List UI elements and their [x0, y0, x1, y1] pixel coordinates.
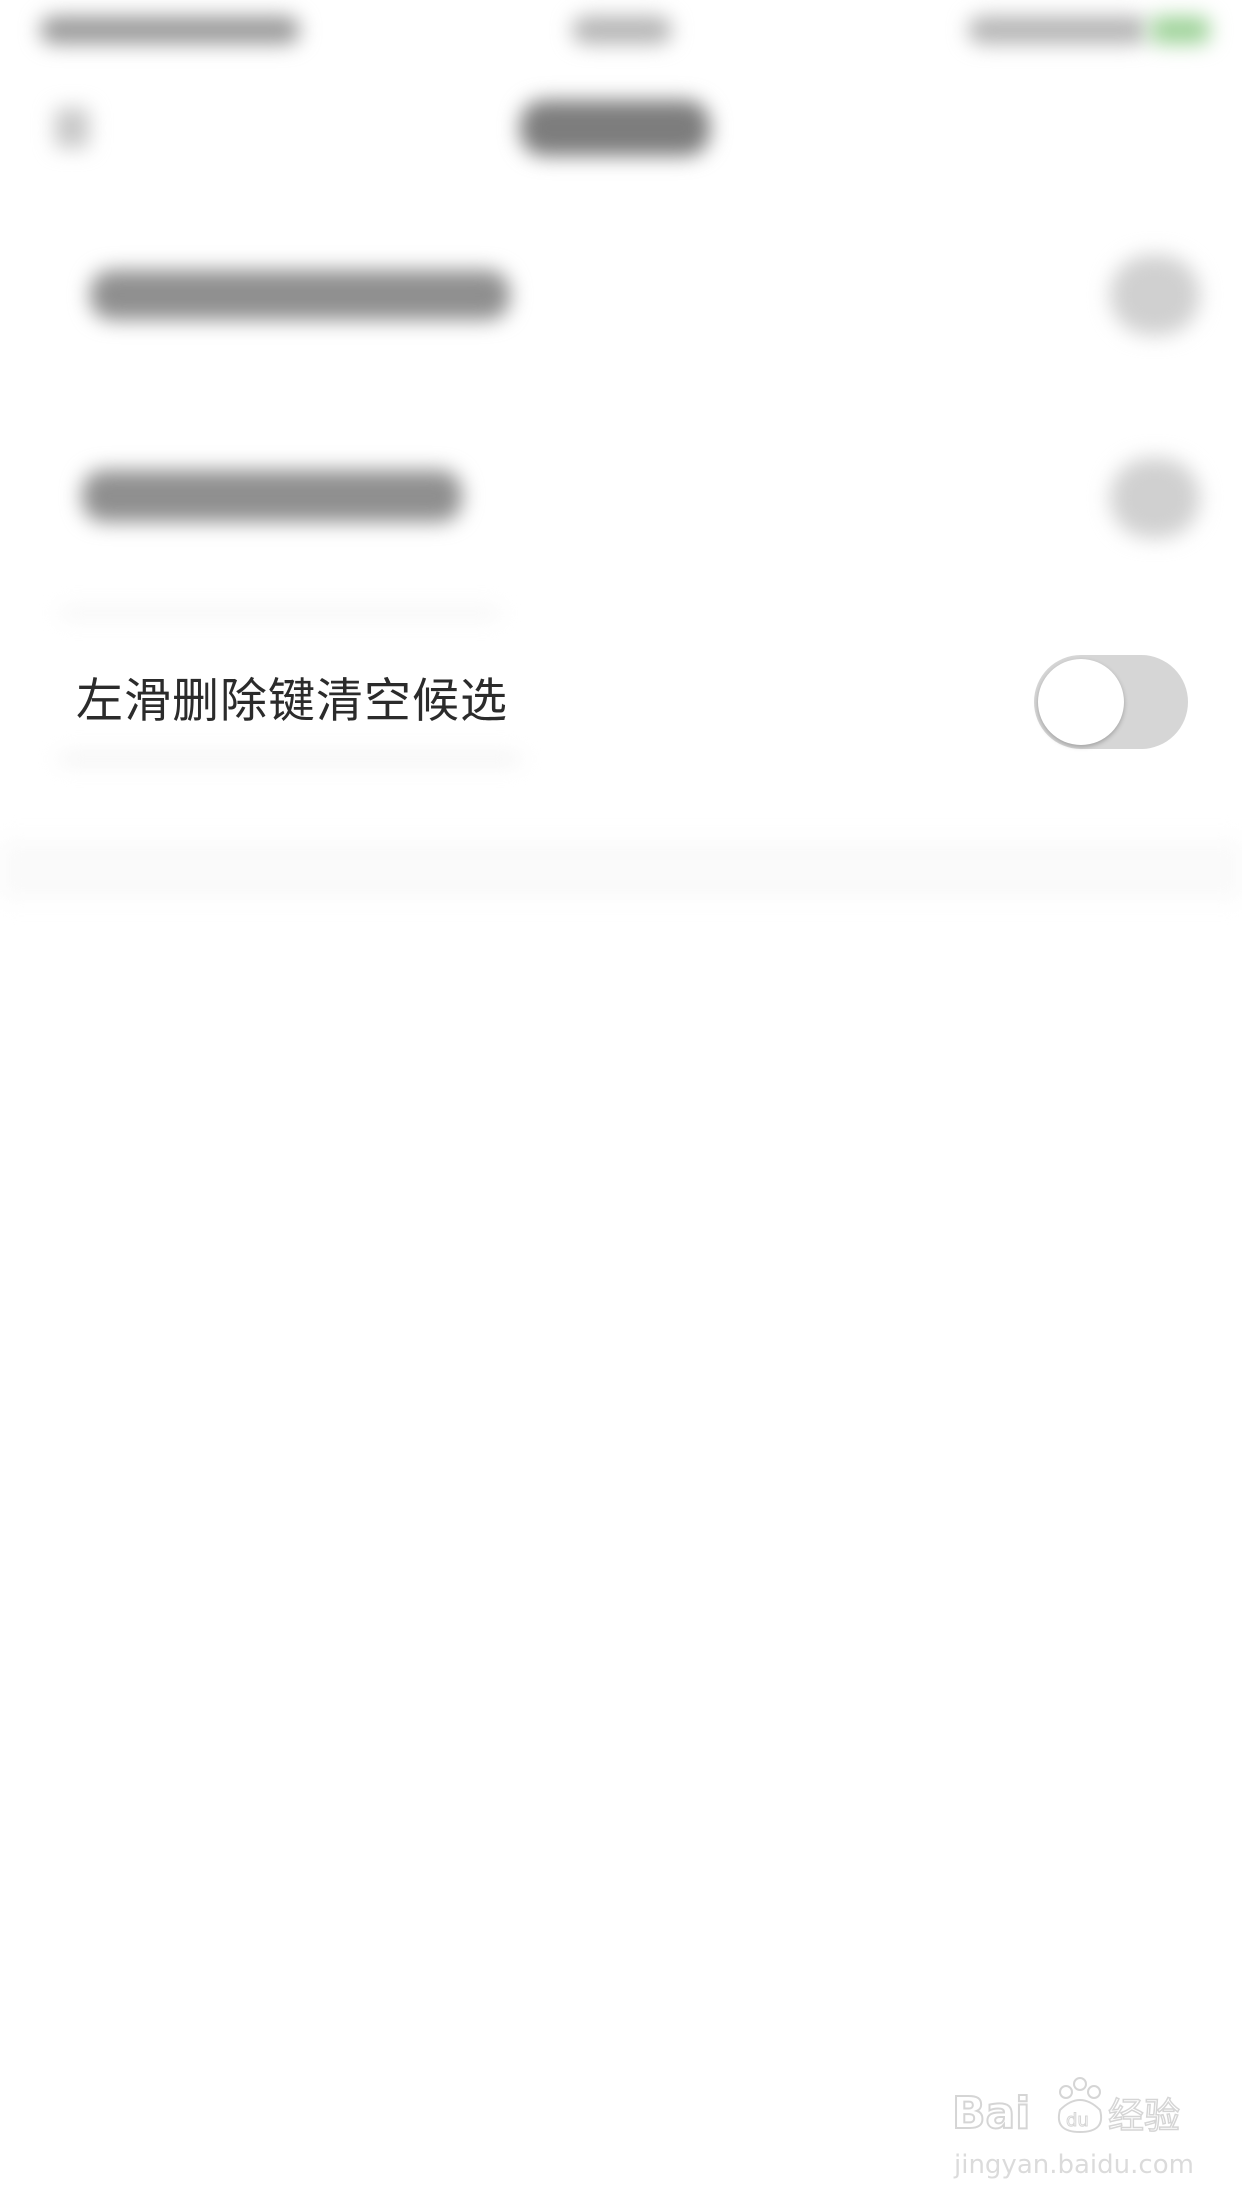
swipe-delete-clear-toggle[interactable] [1034, 655, 1188, 749]
svg-text:经验: 经验 [1108, 2096, 1180, 2137]
blurred-list-bottom [0, 840, 1242, 900]
svg-text:Bai: Bai [952, 2088, 1030, 2139]
setting-row-swipe-delete-clear: 左滑删除键清空候选 [0, 640, 1242, 765]
baidu-jingyan-watermark: Bai du 经验 jingyan.baidu.com [948, 2070, 1194, 2190]
blurred-battery-icon [1150, 16, 1210, 44]
blurred-setting-label-1 [90, 270, 510, 320]
blurred-back-icon [55, 108, 89, 148]
blurred-setting-toggle-1 [1110, 255, 1200, 335]
settings-screen: 左滑删除键清空候选 Bai du 经验 jingyan.baidu.com [0, 0, 1242, 2208]
blurred-setting-label-2 [82, 470, 462, 522]
baidu-jingyan-logo: Bai du 经验 [951, 2077, 1181, 2140]
setting-label: 左滑删除键清空候选 [76, 674, 508, 729]
blurred-status-bar-center [572, 16, 672, 44]
watermark-url: jingyan.baidu.com [954, 2150, 1194, 2180]
blurred-status-bar-left [40, 16, 300, 44]
blurred-status-bar-right [968, 16, 1148, 44]
blurred-divider [60, 610, 500, 616]
blurred-page-title [520, 100, 710, 156]
blurred-setting-toggle-2 [1110, 458, 1200, 538]
toggle-knob [1038, 659, 1124, 745]
svg-text:du: du [1066, 2110, 1089, 2131]
